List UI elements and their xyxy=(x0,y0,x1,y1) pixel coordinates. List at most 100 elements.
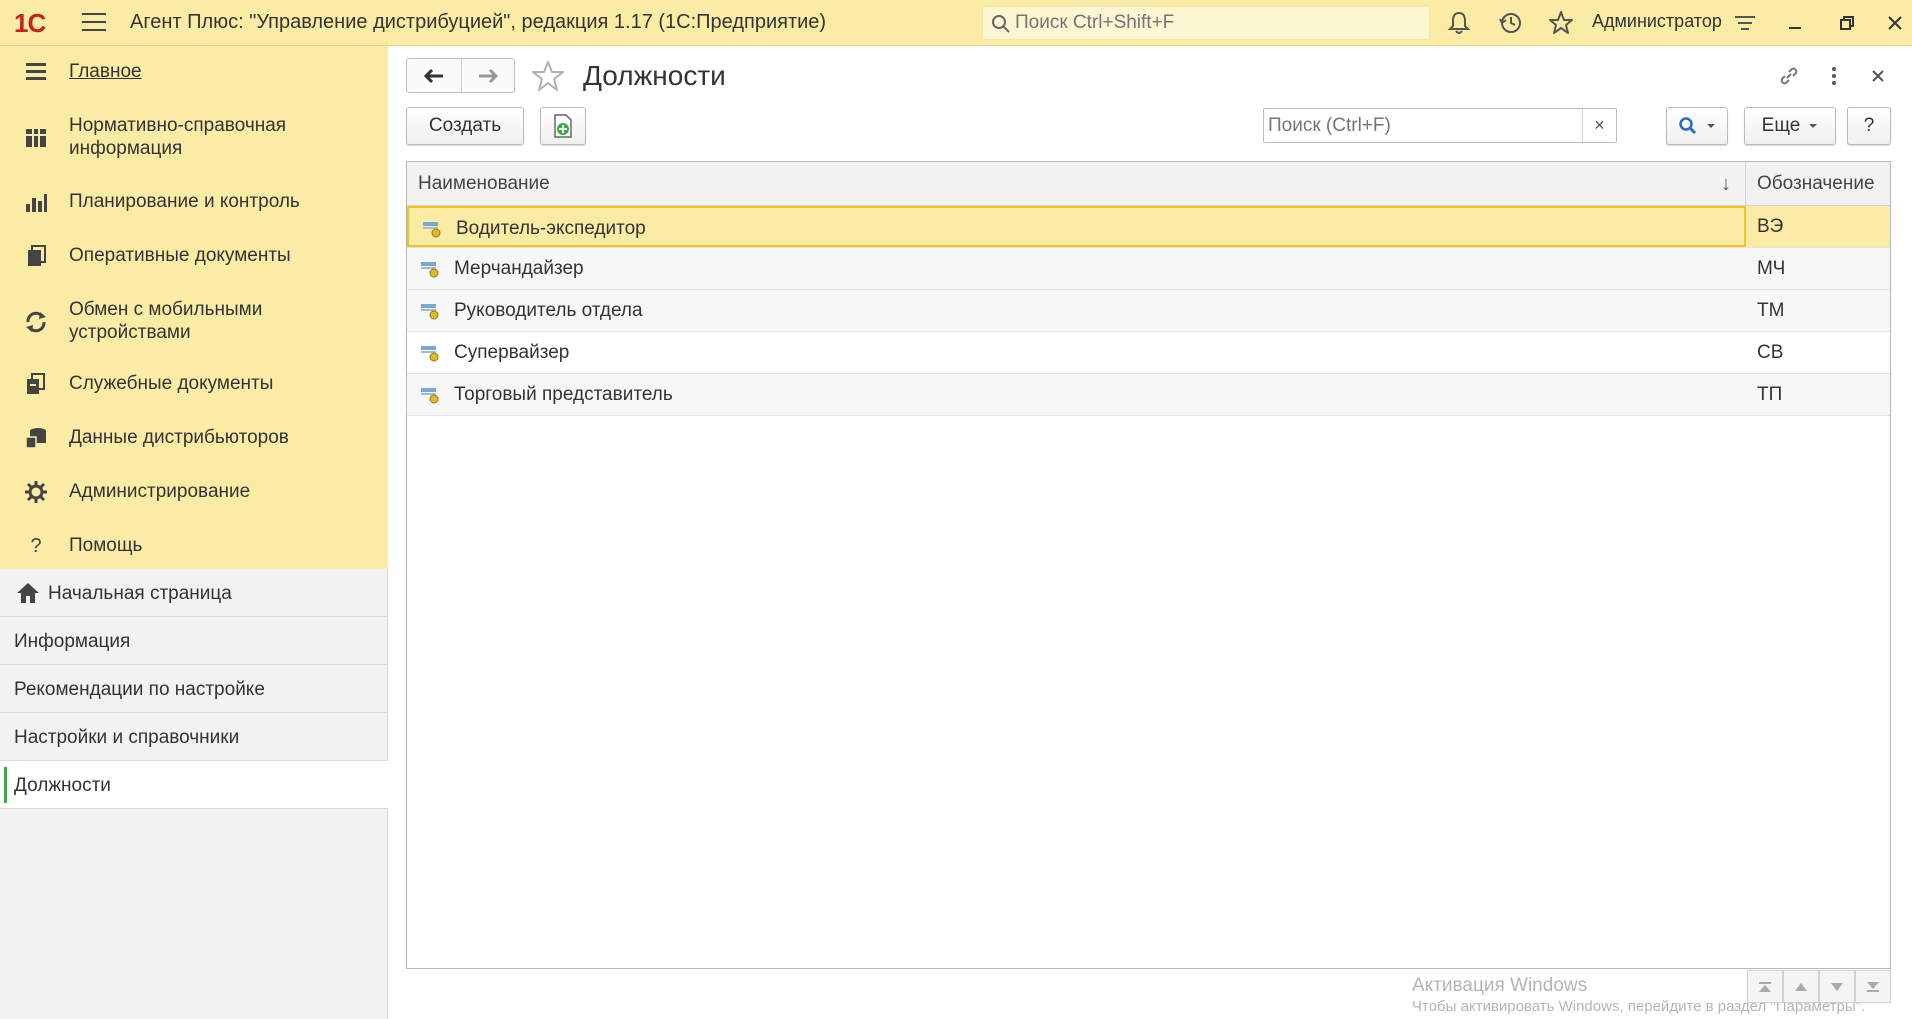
open-window-label: Информация xyxy=(14,631,131,652)
scroll-first-button[interactable] xyxy=(1747,970,1783,1003)
cell-name: Руководитель отдела xyxy=(407,290,1746,331)
section-label: Главное xyxy=(69,61,142,82)
table-row[interactable]: Руководитель отдела ТМ xyxy=(407,290,1890,332)
link-icon[interactable] xyxy=(1775,62,1803,90)
open-window-label: Начальная страница xyxy=(48,583,232,604)
section-reference-info[interactable]: Нормативно-справочная информация xyxy=(0,112,388,164)
section-distributor-data[interactable]: Данные дистрибьюторов xyxy=(0,422,388,454)
app-title: Агент Плюс: "Управление дистрибуцией", р… xyxy=(130,11,827,33)
menu-lines-icon xyxy=(22,58,50,86)
open-window-info[interactable]: Информация xyxy=(0,617,388,665)
scroll-down-icon xyxy=(1831,982,1843,991)
section-label: Администрирование xyxy=(69,481,251,502)
open-window-label: Настройки и справочники xyxy=(14,727,240,748)
settings-menu-icon[interactable] xyxy=(1732,10,1758,36)
bell-icon[interactable] xyxy=(1446,10,1472,36)
catalog-item-icon xyxy=(423,222,441,238)
cell-name: Супервайзер xyxy=(407,332,1746,373)
scroll-last-icon xyxy=(1867,981,1879,992)
section-planning[interactable]: Планирование и контроль xyxy=(0,186,388,218)
section-operational-docs[interactable]: Оперативные документы xyxy=(0,240,388,272)
table-row[interactable]: Супервайзер СВ xyxy=(407,332,1890,374)
scroll-up-button[interactable] xyxy=(1783,970,1819,1003)
help-icon: ? xyxy=(30,534,42,557)
column-header-name[interactable]: Наименование ↓ xyxy=(407,162,1746,206)
row-name: Водитель-экспедитор xyxy=(456,218,646,239)
service-docs-icon xyxy=(22,370,50,398)
more-button-label: Еще xyxy=(1761,115,1801,136)
section-help[interactable]: ? Помощь xyxy=(0,530,388,562)
open-window-positions[interactable]: Должности xyxy=(0,761,388,809)
catalog-item-icon xyxy=(421,388,439,404)
create-button[interactable]: Создать xyxy=(406,107,524,145)
sync-icon xyxy=(22,308,50,336)
table-header: Наименование ↓ Обозначение xyxy=(407,162,1890,206)
open-window-settings-references[interactable]: Настройки и справочники xyxy=(0,713,388,761)
scroll-up-icon xyxy=(1795,982,1807,991)
reference-grid-icon xyxy=(22,124,50,152)
column-header-label: Наименование xyxy=(418,173,550,194)
navigation-buttons xyxy=(406,58,515,93)
section-service-docs[interactable]: Служебные документы xyxy=(0,368,388,400)
row-name: Супервайзер xyxy=(454,342,570,363)
home-icon xyxy=(17,583,39,603)
global-search-input[interactable] xyxy=(1015,11,1415,35)
catalog-item-icon xyxy=(421,304,439,320)
history-icon[interactable] xyxy=(1498,10,1524,36)
favorites-star-icon[interactable] xyxy=(1548,10,1574,36)
cell-code: ТМ xyxy=(1757,299,1785,321)
section-label: Оперативные документы xyxy=(69,245,291,266)
user-name[interactable]: Администратор xyxy=(1592,11,1722,32)
main-menu-icon[interactable] xyxy=(82,13,106,33)
distributor-data-icon xyxy=(22,424,50,452)
list-search-input[interactable] xyxy=(1268,114,1568,138)
forward-button[interactable] xyxy=(460,59,515,92)
section-mobile-exchange[interactable]: Обмен с мобильными устройствами xyxy=(0,296,388,348)
more-actions-icon[interactable] xyxy=(1820,62,1848,90)
bar-chart-icon xyxy=(22,188,50,216)
search-options-button[interactable] xyxy=(1666,107,1728,145)
table-row[interactable]: Водитель-экспедитор ВЭ xyxy=(407,206,1890,248)
row-name: Мерчандайзер xyxy=(454,258,584,279)
global-search[interactable] xyxy=(982,6,1430,40)
open-window-setup-recommendations[interactable]: Рекомендации по настройке xyxy=(0,665,388,713)
table-row[interactable]: Мерчандайзер МЧ xyxy=(407,248,1890,290)
open-window-home[interactable]: Начальная страница xyxy=(0,569,388,617)
dropdown-caret-icon xyxy=(1809,124,1818,128)
sort-arrow-icon: ↓ xyxy=(1721,173,1731,195)
dropdown-caret-icon xyxy=(1707,124,1715,128)
open-window-label: Должности xyxy=(14,775,111,796)
column-header-code[interactable]: Обозначение xyxy=(1746,162,1890,206)
section-label: Нормативно-справочная информация xyxy=(69,115,287,159)
create-copy-button[interactable] xyxy=(540,107,586,145)
close-form-icon[interactable] xyxy=(1864,62,1892,90)
section-main[interactable]: Главное xyxy=(0,56,388,88)
positions-table: Наименование ↓ Обозначение Водитель-эксп… xyxy=(406,161,1891,1015)
arrow-left-icon xyxy=(423,68,443,83)
section-label: Помощь xyxy=(69,535,143,556)
scroll-down-button[interactable] xyxy=(1819,970,1855,1003)
clear-search-button[interactable]: × xyxy=(1582,109,1616,142)
scroll-last-button[interactable] xyxy=(1855,970,1891,1003)
cell-code: ТП xyxy=(1757,383,1783,405)
add-to-favorites-star-icon[interactable] xyxy=(531,60,565,92)
open-window-label: Рекомендации по настройке xyxy=(14,679,265,700)
cell-name: Мерчандайзер xyxy=(407,248,1746,289)
gear-icon xyxy=(22,478,50,506)
table-row[interactable]: Торговый представитель ТП xyxy=(407,374,1890,416)
1c-logo: 1С xyxy=(14,8,46,38)
more-button[interactable]: Еще xyxy=(1744,107,1836,145)
row-name: Торговый представитель xyxy=(454,384,673,405)
back-button[interactable] xyxy=(407,59,461,92)
section-administration[interactable]: Администрирование xyxy=(0,476,388,508)
catalog-item-icon xyxy=(421,262,439,278)
search-icon xyxy=(1679,117,1697,135)
list-search[interactable]: × xyxy=(1263,108,1617,143)
minimize-icon[interactable] xyxy=(1782,10,1808,36)
help-button[interactable]: ? xyxy=(1847,107,1891,145)
form-title: Должности xyxy=(583,60,726,91)
close-window-icon[interactable] xyxy=(1882,10,1908,36)
search-icon xyxy=(992,15,1010,33)
arrow-right-icon xyxy=(478,68,498,83)
restore-icon[interactable] xyxy=(1834,10,1860,36)
